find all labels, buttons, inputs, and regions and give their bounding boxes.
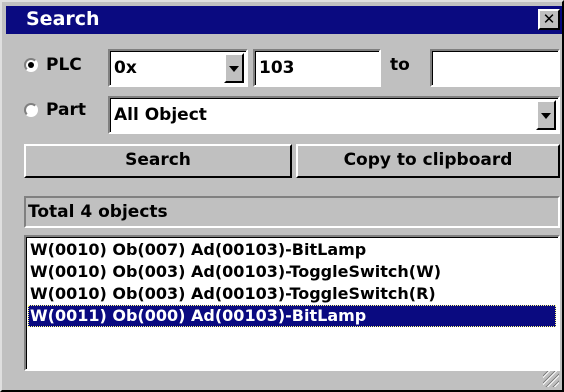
close-icon: ✕ [542,10,556,28]
plc-radio-dot [28,62,34,68]
part-radio[interactable] [24,103,38,117]
list-item-selected[interactable]: W(0011) Ob(000) Ad(00103)-BitLamp [28,305,556,327]
plc-to-input[interactable] [430,49,560,87]
results-list[interactable]: W(0010) Ob(007) Ad(00103)-BitLamp W(0010… [24,235,560,371]
chevron-down-icon [541,113,551,119]
close-button[interactable]: ✕ [538,9,560,30]
plc-type-value: 0x [114,58,137,78]
plc-radio[interactable] [24,58,38,72]
part-value: All Object [114,105,207,125]
status-text: Total 4 objects [28,202,168,222]
list-item[interactable]: W(0010) Ob(003) Ad(00103)-ToggleSwitch(W… [28,261,556,283]
window-title: Search [26,8,100,30]
search-button[interactable]: Search [24,144,292,178]
plc-type-dropdown-button[interactable] [224,53,244,83]
part-label: Part [46,100,86,120]
plc-label: PLC [46,55,82,75]
search-dialog: Search ✕ PLC 0x 103 to Part All Object S… [0,0,564,392]
list-item[interactable]: W(0010) Ob(007) Ad(00103)-BitLamp [28,239,556,261]
resize-grip-icon[interactable] [543,371,559,387]
title-bar[interactable]: Search ✕ [6,6,562,34]
status-box: Total 4 objects [24,196,560,228]
to-label: to [390,55,410,75]
part-dropdown-button[interactable] [536,100,556,130]
copy-to-clipboard-button[interactable]: Copy to clipboard [296,144,560,178]
plc-address-input[interactable]: 103 [253,49,381,87]
part-select[interactable]: All Object [108,96,560,134]
plc-type-select[interactable]: 0x [108,49,248,87]
list-item[interactable]: W(0010) Ob(003) Ad(00103)-ToggleSwitch(R… [28,283,556,305]
chevron-down-icon [229,66,239,72]
plc-address-value: 103 [259,58,295,78]
